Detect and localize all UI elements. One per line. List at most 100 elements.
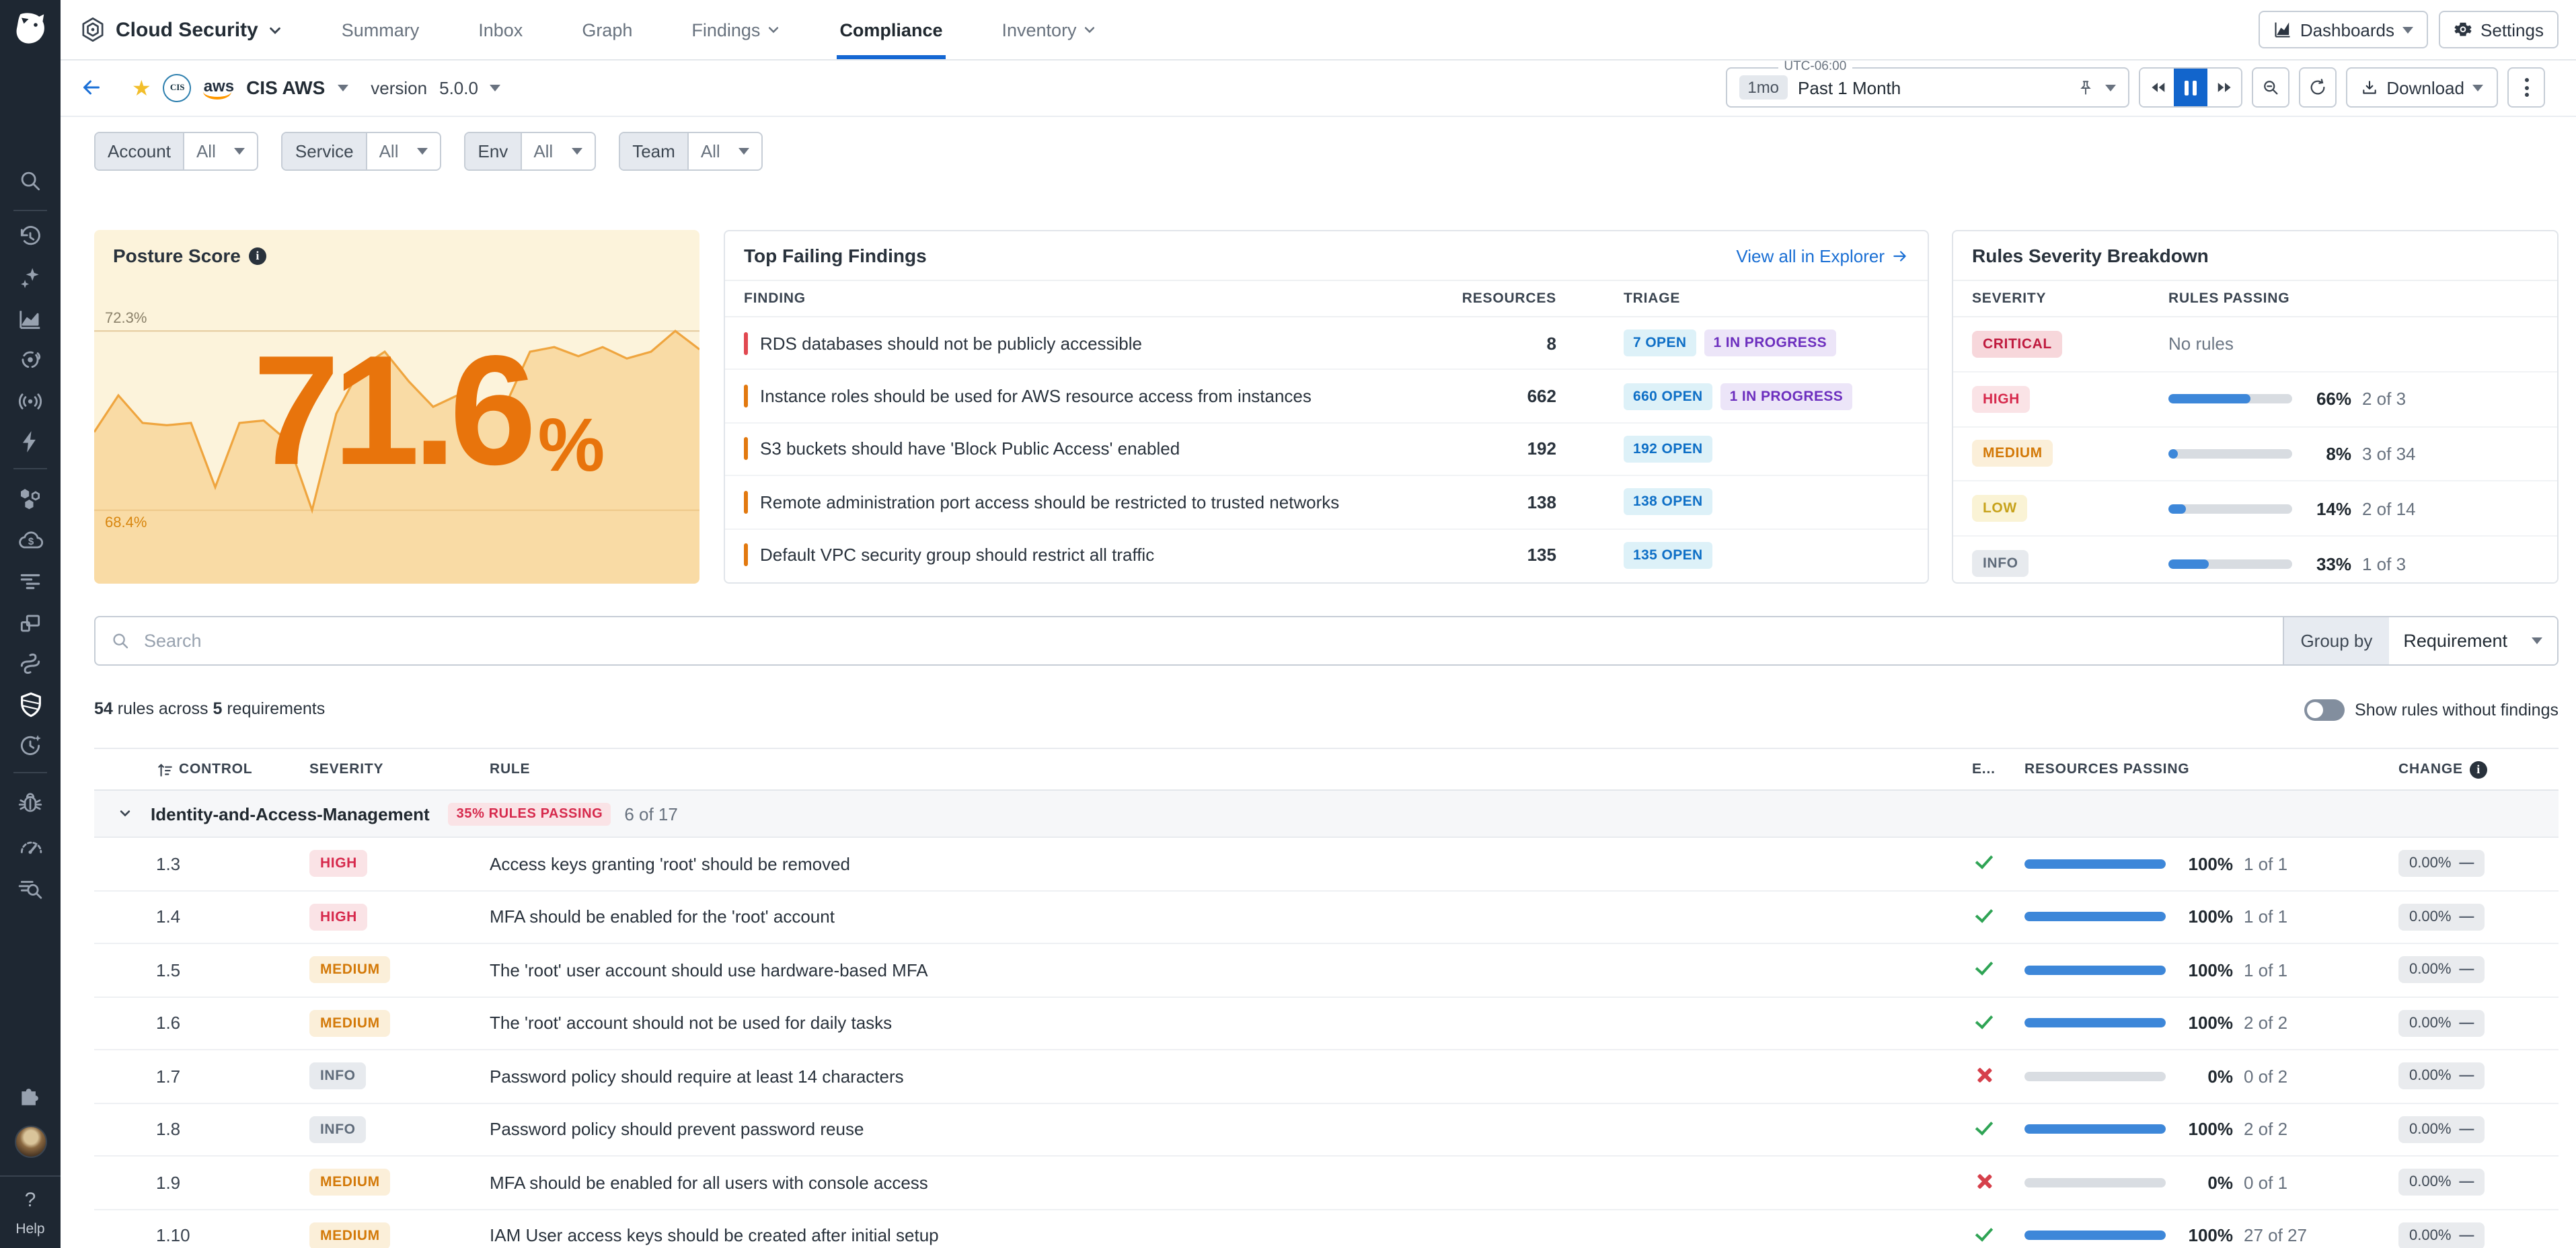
rule-name[interactable]: Access keys granting 'root' should be re…	[490, 854, 850, 874]
rule-row[interactable]: 1.4HIGHMFA should be enabled for the 'ro…	[94, 891, 2559, 944]
severity-row[interactable]: MEDIUM8%3 of 34	[1953, 427, 2557, 482]
no-change-dash-icon: —	[2459, 962, 2474, 978]
rule-name[interactable]: MFA should be enabled for all users with…	[490, 1173, 928, 1193]
dashboards-button[interactable]: Dashboards	[2259, 11, 2428, 48]
finding-row[interactable]: Default VPC security group should restri…	[725, 529, 1928, 581]
in-progress-badge[interactable]: 1 IN PROGRESS	[1720, 383, 1853, 410]
rule-name[interactable]: Password policy should require at least …	[490, 1066, 904, 1087]
info-icon[interactable]: i	[249, 247, 266, 264]
rule-name[interactable]: The 'root' account should not be used fo…	[490, 1013, 892, 1034]
user-avatar[interactable]	[0, 1126, 61, 1158]
logs-icon[interactable]	[0, 566, 61, 596]
clock-sparkle-icon[interactable]	[0, 730, 61, 760]
finding-row[interactable]: RDS databases should not be publicly acc…	[725, 317, 1928, 370]
settings-button[interactable]: Settings	[2439, 11, 2559, 48]
live-signal-icon[interactable]	[0, 386, 61, 416]
product-switcher[interactable]: Cloud Security	[79, 16, 282, 43]
rule-row[interactable]: 1.5MEDIUMThe 'root' user account should …	[94, 944, 2559, 997]
target-eye-icon[interactable]	[0, 344, 61, 374]
rule-row[interactable]: 1.8INFOPassword policy should prevent pa…	[94, 1103, 2559, 1157]
help-icon[interactable]: ?	[0, 1185, 61, 1214]
info-icon[interactable]: i	[2470, 760, 2487, 778]
help-label[interactable]: Help	[0, 1221, 61, 1237]
sort-icon[interactable]	[156, 760, 174, 778]
view-all-link[interactable]: View all in Explorer	[1736, 245, 1909, 266]
resources-passing-pct: 0%	[2176, 1173, 2233, 1193]
severity-badge: MEDIUM	[309, 957, 391, 984]
bolt-icon[interactable]	[0, 426, 61, 456]
severity-row[interactable]: HIGH66%2 of 3	[1953, 373, 2557, 428]
finding-row[interactable]: Remote administration port access should…	[725, 476, 1928, 529]
severity-badge: MEDIUM	[1972, 440, 2053, 467]
tab-compliance[interactable]: Compliance	[837, 0, 945, 59]
open-badge[interactable]: 7 OPEN	[1624, 329, 1696, 356]
pass-check-icon	[1975, 1119, 1996, 1140]
rule-row[interactable]: 1.10MEDIUMIAM User access keys should be…	[94, 1210, 2559, 1248]
tab-graph[interactable]: Graph	[579, 0, 635, 59]
rule-name[interactable]: The 'root' user account should use hardw…	[490, 960, 928, 980]
rules-passing-frac: 3 of 34	[2362, 444, 2416, 464]
datadog-logo[interactable]	[0, 0, 61, 59]
col-control[interactable]: CONTROL	[179, 761, 252, 777]
search-icon[interactable]	[0, 165, 61, 195]
requirement-group-row[interactable]: Identity-and-Access-Management 35% RULES…	[94, 791, 2559, 838]
rules-passing-badge: 35% RULES PASSING	[449, 802, 611, 825]
col-resources-passing[interactable]: RESOURCES PASSING	[2024, 761, 2189, 777]
cloud-cost-icon[interactable]: $	[0, 526, 61, 555]
sparkles-icon[interactable]	[0, 262, 61, 292]
rail-divider	[13, 210, 47, 211]
rule-name[interactable]: Password policy should prevent password …	[490, 1120, 864, 1140]
tab-summary[interactable]: Summary	[339, 0, 422, 59]
tab-inbox[interactable]: Inbox	[476, 0, 525, 59]
posture-score-panel: Posture Scorei 72.3% 68.4% 71.6%	[94, 230, 699, 584]
finding-row[interactable]: S3 buckets should have 'Block Public Acc…	[725, 424, 1928, 477]
chevron-down-icon[interactable]	[118, 807, 132, 820]
rules-passing-frac: 1 of 3	[2362, 553, 2406, 574]
search-input[interactable]	[141, 629, 2268, 652]
col-evaluation[interactable]: E...	[1972, 761, 1996, 777]
rule-row[interactable]: 1.3HIGHAccess keys granting 'root' shoul…	[94, 838, 2559, 891]
group-by-select[interactable]: Requirement	[2388, 617, 2557, 664]
severity-row[interactable]: CRITICALNo rules	[1953, 317, 2557, 373]
open-badge[interactable]: 135 OPEN	[1624, 542, 1712, 569]
col-change[interactable]: CHANGE	[2398, 761, 2463, 777]
finding-name: Default VPC security group should restri…	[760, 545, 1154, 566]
tab-findings[interactable]: Findings	[689, 0, 783, 59]
col-severity[interactable]: SEVERITY	[309, 761, 383, 777]
rule-name[interactable]: IAM User access keys should be created a…	[490, 1226, 939, 1246]
doc-search-icon[interactable]	[0, 873, 61, 902]
tab-inventory[interactable]: Inventory	[999, 0, 1100, 59]
open-badge[interactable]: 660 OPEN	[1624, 383, 1712, 410]
top-failing-findings-panel: Top Failing Findings View all in Explore…	[724, 230, 1929, 584]
bug-icon[interactable]	[0, 788, 61, 818]
rule-row[interactable]: 1.6MEDIUMThe 'root' account should not b…	[94, 997, 2559, 1050]
shield-icon[interactable]	[0, 690, 61, 719]
in-progress-badge[interactable]: 1 IN PROGRESS	[1704, 329, 1836, 356]
show-rules-toggle[interactable]	[2304, 699, 2344, 721]
arrow-right-icon	[1891, 247, 1909, 264]
col-rule[interactable]: RULE	[490, 761, 530, 777]
resources-passing-pct: 100%	[2176, 1120, 2233, 1140]
pass-check-icon	[1975, 1013, 1996, 1034]
table-rows: 1.3HIGHAccess keys granting 'root' shoul…	[94, 838, 2559, 1248]
windows-icon[interactable]	[0, 608, 61, 637]
change-badge: 0.00%—	[2398, 1063, 2485, 1090]
hexagons-icon[interactable]	[0, 484, 61, 514]
link-icon[interactable]	[0, 648, 61, 678]
rule-row[interactable]: 1.9MEDIUMMFA should be enabled for all u…	[94, 1157, 2559, 1210]
severity-row[interactable]: INFO33%1 of 3	[1953, 537, 2557, 590]
chart-area-icon[interactable]	[0, 304, 61, 334]
puzzle-icon[interactable]	[0, 1081, 61, 1111]
open-badge[interactable]: 192 OPEN	[1624, 436, 1712, 463]
finding-row[interactable]: Instance roles should be used for AWS re…	[725, 370, 1928, 424]
resources-passing-frac: 1 of 1	[2244, 907, 2287, 927]
rule-row[interactable]: 1.7INFOPassword policy should require at…	[94, 1050, 2559, 1103]
gauge-icon[interactable]	[0, 832, 61, 862]
open-badge[interactable]: 138 OPEN	[1624, 489, 1712, 516]
change-badge: 0.00%—	[2398, 1116, 2485, 1143]
severity-row[interactable]: LOW14%2 of 14	[1953, 482, 2557, 537]
clock-history-icon[interactable]	[0, 222, 61, 251]
severity-badge: MEDIUM	[309, 1222, 391, 1248]
rule-name[interactable]: MFA should be enabled for the 'root' acc…	[490, 907, 835, 927]
col-severity: SEVERITY	[1972, 290, 2046, 307]
